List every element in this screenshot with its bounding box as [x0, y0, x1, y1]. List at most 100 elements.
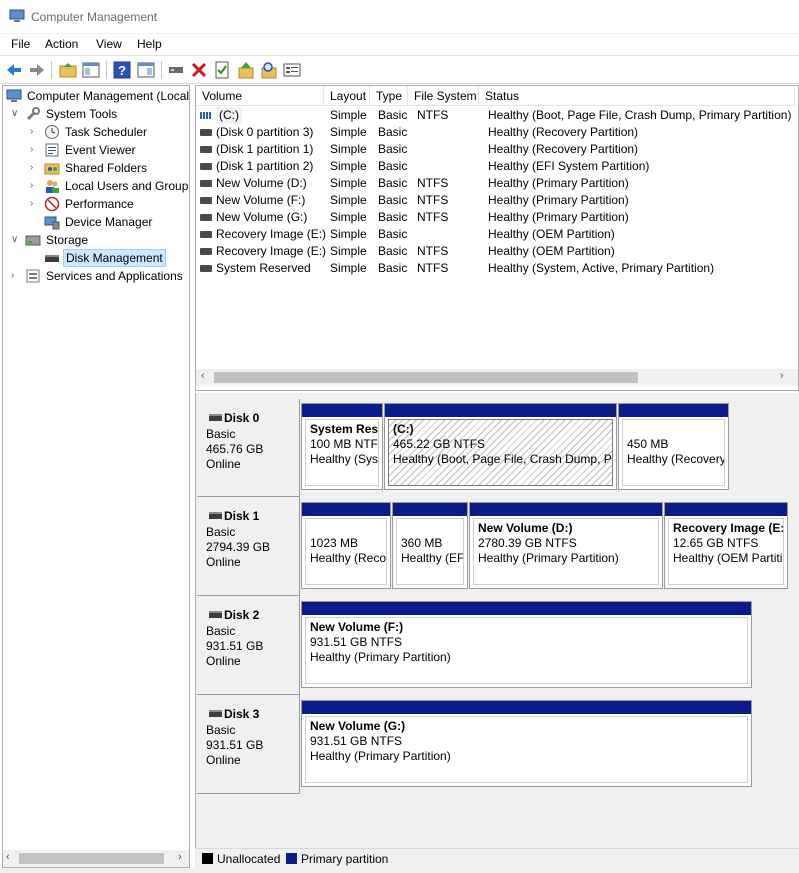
partition-recovery-image-e[interactable]: Recovery Image (E: 12.65 GB NTFS Healthy…: [664, 502, 788, 589]
table-row[interactable]: (Disk 0 partition 3) Simple Basic Health…: [196, 124, 796, 141]
volume-type: Basic: [378, 261, 408, 275]
tree-item-local-users-and-groups[interactable]: › Local Users and Groups: [3, 177, 189, 195]
show-hide-tree-icon[interactable]: [81, 60, 101, 80]
table-row[interactable]: New Volume (D:) Simple Basic NTFS Health…: [196, 175, 796, 192]
chevron-right-icon[interactable]: ›: [30, 141, 40, 159]
volume-icon: [200, 129, 212, 136]
partition-size: 2780.39 GB NTFS: [478, 536, 577, 550]
partition-c[interactable]: (C:) 465.22 GB NTFS Healthy (Boot, Page …: [384, 403, 617, 490]
scroll-right-icon[interactable]: ›: [780, 370, 784, 382]
scroll-left-icon[interactable]: ‹: [6, 851, 10, 863]
volume-layout: Simple: [330, 159, 367, 173]
disk-0-label[interactable]: Disk 0 Basic 465.76 GB Online: [197, 399, 300, 497]
partition-status: Healthy (Primary Partition): [310, 749, 451, 763]
volume-status: Healthy (OEM Partition): [488, 227, 615, 241]
scrollbar-thumb[interactable]: [19, 853, 164, 864]
scroll-right-icon[interactable]: ›: [178, 851, 182, 863]
properties-icon[interactable]: [212, 60, 232, 80]
disk-name: Disk 3: [224, 707, 260, 721]
list-horizontal-scrollbar[interactable]: ‹ ›: [196, 369, 798, 386]
forward-icon[interactable]: [27, 60, 47, 80]
console-icon[interactable]: [282, 60, 302, 80]
delete-icon[interactable]: [189, 60, 209, 80]
back-icon[interactable]: [4, 60, 24, 80]
scrollbar-thumb[interactable]: [214, 372, 638, 383]
tree-horizontal-scrollbar[interactable]: ‹ ›: [3, 850, 189, 867]
menu-bar: File Action View Help: [0, 34, 799, 55]
table-row[interactable]: New Volume (F:) Simple Basic NTFS Health…: [196, 192, 796, 209]
export-icon[interactable]: [236, 60, 256, 80]
table-row[interactable]: New Volume (G:) Simple Basic NTFS Health…: [196, 209, 796, 226]
disk-2-label[interactable]: Disk 2 Basic 931.51 GB Online: [197, 596, 300, 695]
volume-status: Healthy (Primary Partition): [488, 210, 629, 224]
tree-item-device-manager[interactable]: Device Manager: [3, 213, 189, 231]
partition-disk0-recovery[interactable]: 450 MB Healthy (Recovery: [618, 403, 729, 490]
column-header-file-system[interactable]: File System: [408, 86, 479, 106]
computer-management-icon: [9, 9, 25, 22]
tree-item-system-tools[interactable]: ∨ System Tools: [3, 105, 189, 123]
partition-efi[interactable]: 360 MB Healthy (EF: [392, 502, 468, 589]
disk-3-label[interactable]: Disk 3 Basic 931.51 GB Online: [197, 695, 300, 794]
volume-file-system: NTFS: [417, 176, 449, 190]
column-header-volume[interactable]: Volume: [196, 86, 324, 106]
tree-item-shared-folders[interactable]: › Shared Folders: [3, 159, 189, 177]
table-row[interactable]: (Disk 1 partition 2) Simple Basic Health…: [196, 158, 796, 175]
partition-size: 360 MB: [401, 536, 443, 550]
search-icon[interactable]: [259, 60, 279, 80]
volume-status: Healthy (Primary Partition): [488, 193, 629, 207]
column-header-layout[interactable]: Layout: [324, 86, 370, 106]
chevron-down-icon[interactable]: ∨: [11, 231, 21, 249]
partition-g[interactable]: New Volume (G:) 931.51 GB NTFS Healthy (…: [301, 700, 752, 787]
tree-item-label: Shared Folders: [65, 161, 148, 175]
partition-name: Recovery Image (E:: [673, 521, 784, 535]
tree-item-performance[interactable]: › Performance: [3, 195, 189, 213]
menu-help[interactable]: Help: [137, 37, 162, 51]
partition-bar: [665, 503, 787, 516]
partition-disk1-recovery[interactable]: 1023 MB Healthy (Reco: [301, 502, 391, 589]
volume-icon: [200, 180, 212, 187]
volume-name: New Volume (G:): [216, 210, 308, 224]
volume-layout: Simple: [330, 176, 367, 190]
volume-status: Healthy (Recovery Partition): [488, 142, 639, 156]
tree-item-task-scheduler[interactable]: › Task Scheduler: [3, 123, 189, 141]
table-row[interactable]: (Disk 1 partition 1) Simple Basic Health…: [196, 141, 796, 158]
tree-item-computer-management[interactable]: Computer Management (Local: [3, 87, 189, 105]
disk-1-label[interactable]: Disk 1 Basic 2794.39 GB Online: [197, 497, 300, 596]
menu-file[interactable]: File: [11, 37, 30, 51]
tree-item-disk-management[interactable]: Disk Management: [3, 249, 189, 267]
chevron-right-icon[interactable]: ›: [30, 123, 40, 141]
tree-item-event-viewer[interactable]: › Event Viewer: [3, 141, 189, 159]
tree-item-label: Performance: [65, 197, 134, 211]
table-row[interactable]: (C:) Simple Basic NTFS Healthy (Boot, Pa…: [196, 107, 796, 124]
partition-status: Healthy (Primary Partition): [478, 551, 619, 565]
scroll-left-icon[interactable]: ‹: [201, 370, 205, 382]
column-header-status[interactable]: Status: [479, 86, 795, 106]
partition-system-reserved[interactable]: System Rese 100 MB NTFS Healthy (Syst: [301, 403, 383, 490]
partition-name: New Volume (F:): [310, 620, 404, 634]
help-icon[interactable]: ?: [112, 60, 132, 80]
partition-f[interactable]: New Volume (F:) 931.51 GB NTFS Healthy (…: [301, 601, 752, 688]
connect-icon[interactable]: [166, 60, 186, 80]
chevron-right-icon[interactable]: ›: [30, 159, 40, 177]
table-row[interactable]: System Reserved Simple Basic NTFS Health…: [196, 260, 796, 277]
chevron-right-icon[interactable]: ›: [11, 267, 21, 285]
properties-pane-icon[interactable]: [136, 60, 156, 80]
chevron-down-icon[interactable]: ∨: [11, 105, 21, 123]
column-header-type[interactable]: Type: [370, 86, 408, 106]
tree-item-storage[interactable]: ∨ Storage: [3, 231, 189, 249]
chevron-right-icon[interactable]: ›: [30, 195, 40, 213]
menu-action[interactable]: Action: [45, 37, 78, 51]
partition-d[interactable]: New Volume (D:) 2780.39 GB NTFS Healthy …: [469, 502, 663, 589]
table-row[interactable]: Recovery Image (E:) Simple Basic Healthy…: [196, 226, 796, 243]
volume-layout: Simple: [330, 244, 367, 258]
disk-state: Online: [206, 555, 241, 569]
partition-bar: [385, 404, 616, 417]
table-row[interactable]: Recovery Image (E:) Simple Basic NTFS He…: [196, 243, 796, 260]
tree-item-label: Services and Applications: [46, 269, 183, 283]
chevron-right-icon[interactable]: ›: [30, 177, 40, 195]
partition-size: 931.51 GB NTFS: [310, 635, 403, 649]
toolbar-separator: [161, 61, 162, 79]
up-folder-icon[interactable]: [58, 60, 78, 80]
tree-item-services-and-applications[interactable]: › Services and Applications: [3, 267, 189, 285]
menu-view[interactable]: View: [96, 37, 122, 51]
